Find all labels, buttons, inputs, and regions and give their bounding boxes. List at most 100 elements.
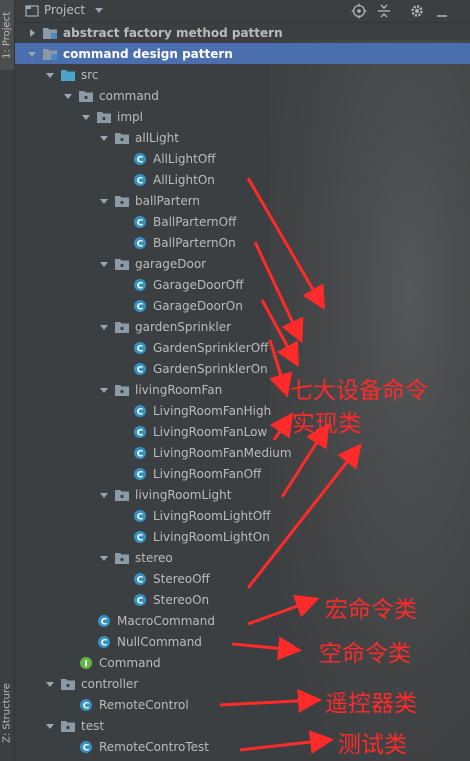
tree-node-living-room-light-off[interactable]: C LivingRoomLightOff <box>14 505 470 526</box>
tree-node-all-light[interactable]: allLight <box>14 127 470 148</box>
tree-node-stereo-off[interactable]: C StereoOff <box>14 568 470 589</box>
tree-node-label: StereoOff <box>153 571 210 586</box>
svg-text:C: C <box>137 155 144 165</box>
gear-icon[interactable] <box>409 3 425 19</box>
no-arrow <box>116 363 128 375</box>
package-icon <box>114 194 130 208</box>
expand-arrow-icon[interactable] <box>44 678 56 690</box>
package-icon <box>60 677 76 691</box>
no-arrow <box>116 594 128 606</box>
no-arrow <box>62 699 74 711</box>
tree-node-stereo[interactable]: stereo <box>14 547 470 568</box>
tree-node-garage-door-on[interactable]: C GarageDoorOn <box>14 295 470 316</box>
annotation-impl-line2: 实现类 <box>292 411 361 437</box>
tree-node-impl[interactable]: impl <box>14 106 470 127</box>
svg-text:C: C <box>137 449 144 459</box>
tree-node-label: GardenSprinklerOff <box>153 340 269 355</box>
tree-node-label: LivingRoomLightOff <box>153 508 271 523</box>
annotation-null: 空命令类 <box>319 641 411 667</box>
src-folder-icon <box>60 68 76 82</box>
class-icon: C <box>132 446 148 460</box>
expand-arrow-icon[interactable] <box>98 552 110 564</box>
tree-node-ball-partern-on[interactable]: C BallParternOn <box>14 232 470 253</box>
tree-node-label: impl <box>117 109 143 124</box>
expand-arrow-icon[interactable] <box>98 258 110 270</box>
project-view-icon <box>25 5 39 17</box>
annotation-impl-line1: 七大设备命令 <box>290 378 428 404</box>
expand-arrow-icon[interactable] <box>80 111 92 123</box>
tree-node-label: AllLightOn <box>153 172 215 187</box>
tree-node-living-room-light-on[interactable]: C LivingRoomLightOn <box>14 526 470 547</box>
tree-node-command[interactable]: command <box>14 85 470 106</box>
tree-node-living-room-light[interactable]: livingRoomLight <box>14 484 470 505</box>
locate-file-icon[interactable] <box>351 3 367 19</box>
package-icon <box>114 551 130 565</box>
tree-node-label: ballPartern <box>135 193 201 208</box>
svg-text:C: C <box>137 302 144 312</box>
tree-node-label: livingRoomFan <box>135 382 223 397</box>
svg-text:C: C <box>137 239 144 249</box>
expand-arrow-icon[interactable] <box>98 489 110 501</box>
tree-node-label: src <box>81 67 99 82</box>
tree-node-label: abstract factory method pattern <box>63 25 283 40</box>
expand-arrow-icon[interactable] <box>98 195 110 207</box>
class-icon: C <box>78 740 94 754</box>
expand-arrow-icon[interactable] <box>98 384 110 396</box>
collapse-arrow-icon[interactable] <box>26 27 38 39</box>
annotation-remote: 遥控器类 <box>325 691 417 717</box>
tree-node-garden-sprinkler[interactable]: gardenSprinkler <box>14 316 470 337</box>
project-tool-tab[interactable]: 1: Project <box>0 0 14 70</box>
tree-node-garage-door-off[interactable]: C GarageDoorOff <box>14 274 470 295</box>
tree-node-living-room-fan-off[interactable]: C LivingRoomFanOff <box>14 463 470 484</box>
expand-arrow-icon[interactable] <box>98 132 110 144</box>
tool-window-title[interactable]: Project <box>44 3 85 17</box>
svg-text:C: C <box>137 512 144 522</box>
svg-text:C: C <box>137 344 144 354</box>
tree-node-label: AllLightOff <box>153 151 216 166</box>
structure-tab-label: Z: Structure <box>1 683 13 743</box>
tree-node-label: RemoteControl <box>99 697 189 712</box>
tree-node-ball-partern-off[interactable]: C BallParternOff <box>14 211 470 232</box>
expand-arrow-icon[interactable] <box>62 90 74 102</box>
tree-node-all-light-off[interactable]: C AllLightOff <box>14 148 470 169</box>
module-icon <box>42 47 58 61</box>
class-icon: C <box>132 236 148 250</box>
tree-node-garden-sprinkler-off[interactable]: C GardenSprinklerOff <box>14 337 470 358</box>
class-icon: C <box>132 572 148 586</box>
tree-node-label: livingRoomLight <box>135 487 232 502</box>
tree-node-abstract-factory-method-pattern[interactable]: abstract factory method pattern <box>14 22 470 43</box>
no-arrow <box>116 531 128 543</box>
package-icon <box>114 488 130 502</box>
tree-node-ball-partern[interactable]: ballPartern <box>14 190 470 211</box>
expand-arrow-icon[interactable] <box>98 321 110 333</box>
expand-arrow-icon[interactable] <box>44 720 56 732</box>
svg-text:C: C <box>137 218 144 228</box>
package-icon <box>114 257 130 271</box>
tree-node-label: MacroCommand <box>117 613 215 628</box>
expand-arrow-icon[interactable] <box>26 48 38 60</box>
svg-text:C: C <box>137 365 144 375</box>
tree-node-label: StereoOn <box>153 592 210 607</box>
no-arrow <box>62 741 74 753</box>
chevron-down-icon[interactable] <box>95 8 103 14</box>
tree-node-src[interactable]: src <box>14 64 470 85</box>
tree-node-label: Command <box>99 655 161 670</box>
tree-node-living-room-fan-low[interactable]: C LivingRoomFanLow <box>14 421 470 442</box>
collapse-all-icon[interactable] <box>376 3 392 19</box>
svg-text:C: C <box>137 281 144 291</box>
tree-node-living-room-fan-medium[interactable]: C LivingRoomFanMedium <box>14 442 470 463</box>
expand-arrow-icon[interactable] <box>44 69 56 81</box>
tree-node-label: test <box>81 718 105 733</box>
tree-node-all-light-on[interactable]: C AllLightOn <box>14 169 470 190</box>
class-icon: C <box>96 614 112 628</box>
tree-node-garage-door[interactable]: garageDoor <box>14 253 470 274</box>
svg-text:C: C <box>83 701 90 711</box>
structure-tool-tab[interactable]: Z: Structure <box>0 668 14 758</box>
tree-node-label: RemoteControTest <box>99 739 209 754</box>
no-arrow <box>62 657 74 669</box>
tree-node-label: garageDoor <box>135 256 207 271</box>
hide-panel-icon[interactable] <box>434 3 450 19</box>
tree-node-label: gardenSprinkler <box>135 319 232 334</box>
tree-node-label: command <box>99 88 159 103</box>
tree-node-command-design-pattern[interactable]: command design pattern <box>14 43 470 64</box>
